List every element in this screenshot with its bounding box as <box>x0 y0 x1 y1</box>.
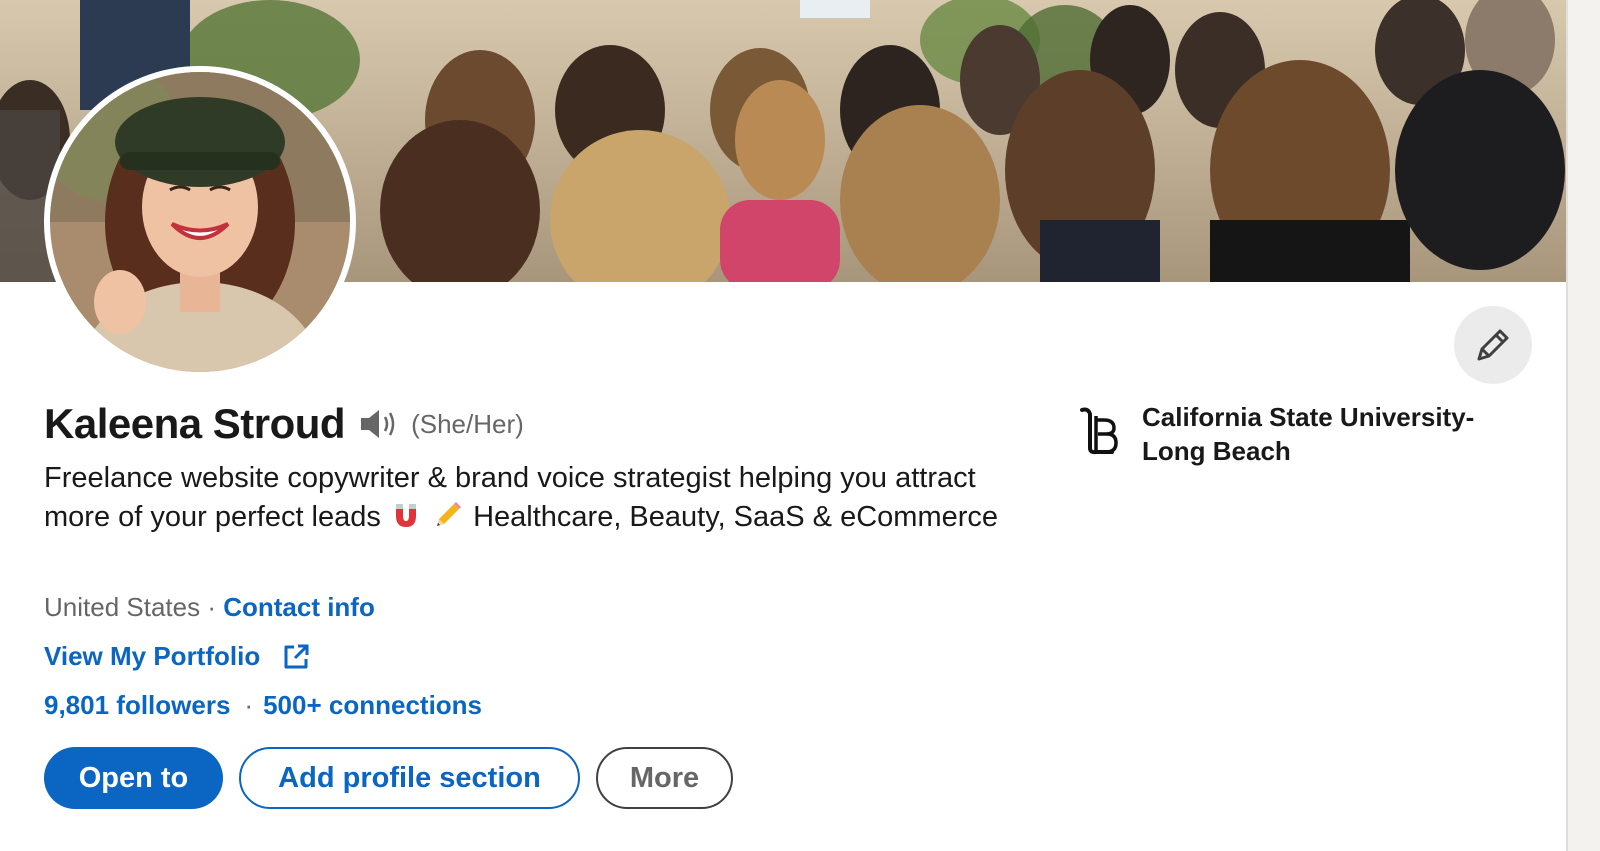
edit-intro-button[interactable] <box>1454 306 1532 384</box>
pencil-icon <box>1477 329 1509 361</box>
website-row: View My Portfolio <box>44 641 310 672</box>
magnet-icon <box>391 500 421 541</box>
contact-info-link[interactable]: Contact info <box>223 592 375 622</box>
followers-link[interactable]: 9,801 followers <box>44 690 230 720</box>
network-stats: 9,801 followers · 500+ connections <box>44 690 482 721</box>
add-profile-section-button[interactable]: Add profile section <box>239 747 580 809</box>
school-name: California State University-Long Beach <box>1142 402 1475 466</box>
open-to-button[interactable]: Open to <box>44 747 223 809</box>
profile-name: Kaleena Stroud <box>44 400 346 447</box>
pronouns: (She/Her) <box>411 408 524 439</box>
location-row: United States · Contact info <box>44 592 375 623</box>
pencil-emoji-icon <box>433 500 463 541</box>
speaker-icon <box>361 410 395 438</box>
stats-separator: · <box>244 690 254 720</box>
lb-monogram-icon <box>1080 407 1118 455</box>
connections-link[interactable]: 500+ connections <box>263 690 482 720</box>
profile-actions: Open to Add profile section More <box>44 747 733 809</box>
page-background-edge <box>1566 0 1600 851</box>
avatar <box>50 72 350 372</box>
name-pronunciation-button[interactable] <box>359 407 399 441</box>
external-link-icon[interactable] <box>282 643 310 671</box>
more-button[interactable]: More <box>596 747 733 809</box>
profile-headline: Freelance website copywriter & brand voi… <box>44 459 1044 541</box>
portfolio-link[interactable]: View My Portfolio <box>44 641 260 672</box>
card-divider <box>1566 0 1568 851</box>
name-row: Kaleena Stroud (She/Her) <box>44 400 524 448</box>
headline-industries: Healthcare, Beauty, SaaS & eCommerce <box>473 501 999 533</box>
profile-top-card: Kaleena Stroud (She/Her) Freelance websi… <box>0 0 1566 851</box>
location-separator: · <box>200 592 224 622</box>
education-summary[interactable]: California State University-Long Beach <box>1076 400 1522 468</box>
location: United States <box>44 592 201 622</box>
profile-photo[interactable] <box>44 66 356 378</box>
